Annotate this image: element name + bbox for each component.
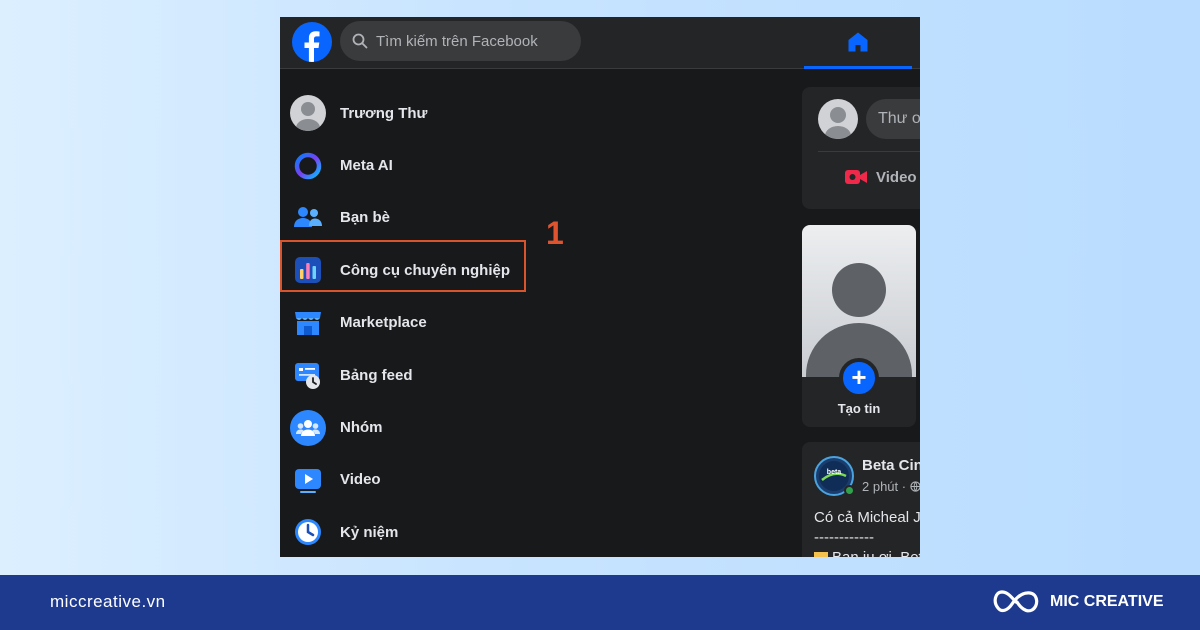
search-input[interactable]: Tìm kiếm trên Facebook [340,21,581,61]
facebook-screenshot: Tìm kiếm trên Facebook Trương Thư Meta A… [280,17,920,557]
nav-item-video[interactable]: Video [280,454,780,506]
professional-tools-icon [290,252,326,288]
post-text-fragment: Bạn iu ơi, Bet [832,549,920,557]
post-text-line: ------------ [814,529,874,546]
post-text-line: Có cả Micheal Ja [814,509,920,526]
nav-item-marketplace[interactable]: Marketplace [280,297,780,349]
nav-item-label: Công cụ chuyên nghiệp [340,261,511,279]
composer-input[interactable]: Thư ơ [866,99,920,139]
top-bar: Tìm kiếm trên Facebook [280,17,920,69]
divider [818,151,920,152]
nav-item-professional-tools[interactable]: Công cụ chuyên nghiệp [280,244,780,296]
live-video-icon [845,170,867,184]
nav-item-feed[interactable]: Bảng feed [280,349,780,401]
left-navigation: Trương Thư Meta AI Bạn bè Công cụ chuyên… [280,87,780,557]
search-icon [352,33,368,49]
search-placeholder: Tìm kiếm trên Facebook [376,32,538,50]
footer-bar: miccreative.vn MIC CREATIVE [0,575,1200,630]
post-author[interactable]: Beta Cine [862,457,920,474]
nav-item-label: Meta AI [340,157,393,175]
website-url: miccreative.vn [50,592,166,611]
svg-text:beta: beta [827,469,842,476]
nav-item-label: Bạn bè [340,209,391,227]
nav-item-label: Marketplace [340,314,427,332]
nav-item-friends[interactable]: Bạn bè [280,192,780,244]
home-icon [848,32,868,51]
video-icon [290,462,326,498]
add-story-button[interactable]: + [839,358,879,398]
nav-item-meta-ai[interactable]: Meta AI [280,139,780,191]
step-number: 1 [546,215,564,251]
feed-icon [290,357,326,393]
avatar[interactable] [818,99,858,139]
facebook-logo-icon[interactable] [292,22,332,62]
brand-logo: MIC CREATIVE [992,588,1163,616]
live-video-button[interactable]: Video [844,167,917,187]
nav-item-profile[interactable]: Trương Thư [280,87,780,139]
marketplace-icon [290,305,326,341]
nav-item-label: Video [340,471,381,489]
feed-post: beta Beta Cine 2 phút · Có cả Micheal Ja… [802,442,920,557]
avatar [290,95,326,132]
friends-icon [290,200,326,236]
nav-item-label: Trương Thư [340,104,428,122]
video-button-label: Video [876,168,917,186]
envelope-icon [814,552,828,557]
tab-home[interactable] [804,17,912,69]
groups-icon [290,409,326,446]
memories-icon [290,514,326,550]
post-time: 2 phút · [862,479,907,494]
post-composer: Thư ơ Video [802,87,920,209]
nav-item-label: Kỷ niệm [340,523,399,541]
nav-item-label: Nhóm [340,419,383,437]
brand-name: MIC CREATIVE [1050,593,1164,610]
create-story-card[interactable]: + Tạo tin [802,225,916,427]
post-text-line: Bạn iu ơi, Bet [814,548,920,557]
story-label: Tạo tin [837,401,881,416]
post-timestamp: 2 phút · [862,479,920,494]
nav-item-memories[interactable]: Kỷ niệm [280,506,780,557]
nav-item-groups[interactable]: Nhóm [280,401,780,453]
nav-item-label: Bảng feed [340,366,413,384]
meta-ai-icon [290,148,326,184]
story-placeholder-image [802,225,916,377]
globe-icon [910,481,920,492]
online-status-badge [844,485,855,496]
post-text: Có cả Micheal Ja ------------ Bạn iu ơi,… [814,508,920,557]
mic-creative-logo-icon [993,590,1039,613]
